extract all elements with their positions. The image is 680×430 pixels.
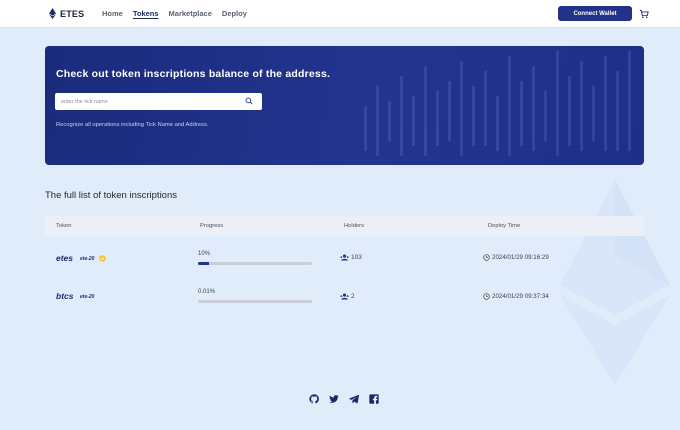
progress-percent: 0.01% xyxy=(198,289,216,295)
holders-count: 103 xyxy=(351,254,362,261)
holders-icon xyxy=(340,254,349,261)
cart-icon[interactable] xyxy=(639,9,649,19)
table-row[interactable]: btcs ete-20 0.01% 2 2024/01/29 09:37:34 xyxy=(45,278,644,316)
table-header: Token Progress Holders Deploy Time xyxy=(45,216,644,236)
progress-bar-fill xyxy=(198,262,210,265)
hero-title: Check out token inscriptions balance of … xyxy=(56,68,331,80)
github-icon[interactable] xyxy=(309,394,319,404)
column-header-deploy-time: Deploy Time xyxy=(488,223,521,229)
tick-search-input[interactable] xyxy=(61,98,241,105)
top-nav-bar: ETES Home Tokens Marketplace Deploy Conn… xyxy=(0,0,680,28)
main-nav: Home Tokens Marketplace Deploy xyxy=(102,9,257,18)
ethereum-logo-icon xyxy=(49,8,56,19)
column-header-holders: Holders xyxy=(344,223,364,229)
decorative-chart-background xyxy=(364,51,631,156)
hero-banner: Check out token inscriptions balance of … xyxy=(45,46,644,165)
token-standard: ete-20 xyxy=(80,256,95,262)
nav-deploy[interactable]: Deploy xyxy=(222,9,247,18)
progress-bar xyxy=(198,300,312,303)
twitter-icon[interactable] xyxy=(329,394,339,404)
logo-text: ETES xyxy=(60,8,85,19)
table-row[interactable]: etes ete-20 10% 103 2024/01/29 09:16:29 xyxy=(45,240,644,278)
nav-tokens[interactable]: Tokens xyxy=(133,9,159,18)
connect-wallet-button[interactable]: Connect Wallet xyxy=(558,6,632,21)
nav-home[interactable]: Home xyxy=(102,9,123,18)
deploy-time: 2024/01/29 09:37:34 xyxy=(492,293,549,300)
search-icon[interactable] xyxy=(245,97,253,105)
token-standard: ete-20 xyxy=(80,294,95,300)
logo[interactable]: ETES xyxy=(49,8,84,19)
deploy-time: 2024/01/29 09:16:29 xyxy=(492,254,549,261)
footer-social-links xyxy=(309,394,389,404)
hero-subtitle: Recognize all operations including Tick … xyxy=(56,122,209,128)
search-box xyxy=(55,93,262,110)
holders-icon xyxy=(340,293,349,300)
holders-count: 2 xyxy=(351,293,355,300)
column-header-token: Token xyxy=(56,223,72,229)
telegram-icon[interactable] xyxy=(349,394,359,404)
token-list-title: The full list of token inscriptions xyxy=(45,190,178,201)
token-tick[interactable]: btcs xyxy=(56,291,73,301)
nav-marketplace[interactable]: Marketplace xyxy=(169,9,212,18)
clock-icon xyxy=(483,293,490,300)
progress-bar xyxy=(198,262,312,265)
verified-badge-icon xyxy=(99,255,106,262)
clock-icon xyxy=(483,254,490,261)
token-tick[interactable]: etes xyxy=(56,253,73,263)
facebook-icon[interactable] xyxy=(369,394,379,404)
column-header-progress: Progress xyxy=(200,223,224,229)
progress-percent: 10% xyxy=(198,251,211,257)
